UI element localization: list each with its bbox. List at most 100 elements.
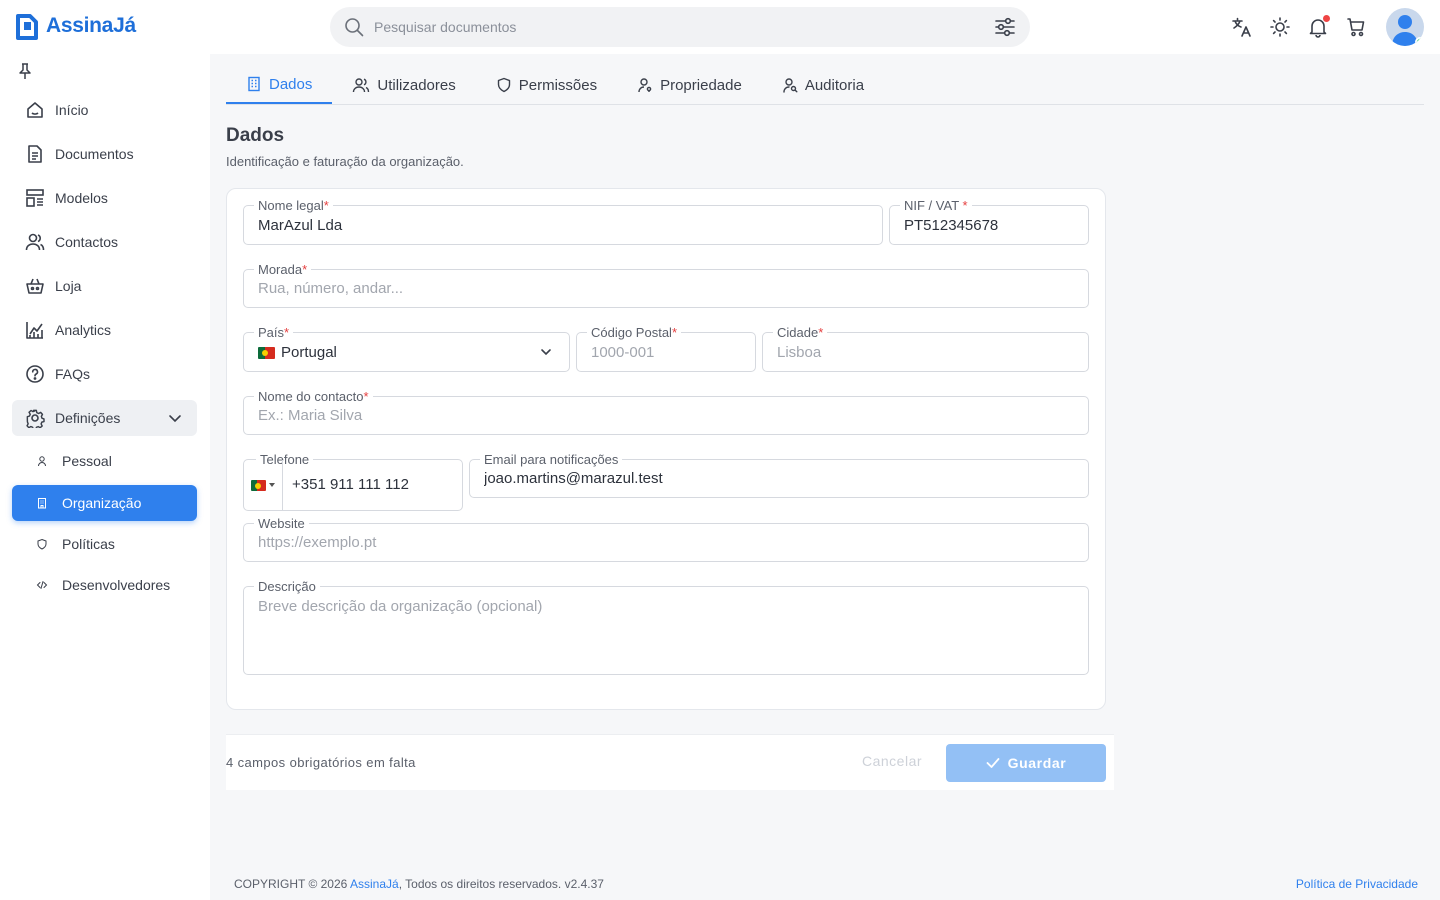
shield-icon [36, 538, 48, 550]
sidebar-item-modelos[interactable]: Modelos [12, 180, 197, 216]
vat-field[interactable]: NIF / VAT * [889, 198, 1089, 245]
sidebar-item-label: Loja [55, 278, 82, 294]
cancel-button[interactable]: Cancelar [862, 753, 922, 769]
email-field[interactable]: Email para notificações [469, 452, 1089, 498]
phone-input[interactable] [292, 476, 452, 493]
avatar[interactable] [1386, 8, 1424, 46]
sidebar-item-documentos[interactable]: Documentos [12, 136, 197, 172]
email-input[interactable] [484, 470, 1064, 487]
chevron-down-icon [167, 410, 183, 426]
description-textarea[interactable] [258, 598, 1068, 666]
cart-icon[interactable] [1344, 15, 1368, 39]
contacts-icon [25, 232, 45, 252]
sidebar-item-loja[interactable]: Loja [12, 268, 197, 304]
address-label: Morada* [254, 262, 312, 278]
document-icon [25, 144, 45, 164]
legal-name-label: Nome legal* [254, 198, 333, 214]
legal-name-field[interactable]: Nome legal* [243, 198, 883, 245]
sidebar-item-label: Modelos [55, 190, 108, 206]
chevron-down-icon [539, 345, 553, 359]
description-label: Descrição [254, 579, 320, 595]
country-selected-value: Portugal [258, 344, 337, 361]
save-button[interactable]: Guardar [946, 744, 1106, 782]
user-icon [36, 455, 48, 467]
notification-badge [1323, 15, 1330, 22]
user-search-icon [782, 77, 798, 93]
footer-brand-link[interactable]: AssinaJá [350, 877, 399, 891]
city-field[interactable]: Cidade* [762, 325, 1089, 372]
translate-icon[interactable] [1230, 15, 1254, 39]
logo-text: AssinaJá [46, 14, 136, 37]
sidebar-subitem-label: Desenvolvedores [62, 577, 171, 593]
settings-icon [25, 408, 45, 428]
postal-code-field[interactable]: Código Postal* [576, 325, 756, 372]
sidebar-item-faqs[interactable]: FAQs [12, 356, 197, 392]
address-field[interactable]: Morada* [243, 262, 1089, 308]
tab-label: Propriedade [660, 76, 742, 94]
website-field[interactable]: Website [243, 516, 1089, 562]
sidebar-item-label: Analytics [55, 322, 112, 338]
chart-icon [25, 320, 45, 340]
contact-name-input[interactable] [258, 407, 1058, 424]
check-icon [986, 757, 1000, 769]
filter-sliders-icon[interactable] [994, 17, 1016, 37]
sidebar-item-definicoes[interactable]: Definições [12, 400, 197, 436]
page-subtitle: Identificação e faturação da organização… [226, 154, 464, 169]
sidebar-subitem-desenvolvedores[interactable]: Desenvolvedores [12, 567, 197, 603]
sidebar-item-inicio[interactable]: Início [12, 92, 197, 128]
page-title: Dados [226, 125, 285, 146]
theme-sun-icon[interactable] [1268, 15, 1292, 39]
sidebar-item-contactos[interactable]: Contactos [12, 224, 197, 260]
sidebar-subitem-organizacao[interactable]: Organização [12, 485, 197, 521]
tab-permissoes[interactable]: Permissões [476, 66, 617, 104]
portugal-flag-icon [251, 479, 266, 491]
organization-form-card: Nome legal* NIF / VAT * Morada* País* Po… [226, 188, 1106, 710]
city-input[interactable] [777, 344, 1067, 361]
template-icon [25, 188, 45, 208]
website-input[interactable] [258, 534, 1058, 551]
sidebar-subitem-pessoal[interactable]: Pessoal [12, 443, 197, 479]
contact-name-label: Nome do contacto* [254, 389, 373, 405]
missing-fields-notice: 4 campos obrigatórios em falta [226, 755, 416, 770]
tab-utilizadores[interactable]: Utilizadores [332, 66, 475, 104]
sidebar-item-label: Início [55, 102, 89, 118]
shield-icon [496, 77, 512, 93]
app-logo[interactable]: AssinaJá [16, 12, 136, 40]
building-icon [246, 76, 262, 92]
search-input[interactable] [374, 19, 994, 35]
notification-bell-icon[interactable] [1306, 15, 1330, 39]
caret-down-icon [269, 483, 275, 487]
description-field[interactable]: Descrição [243, 579, 1089, 675]
online-status-dot [1415, 37, 1424, 46]
address-input[interactable] [258, 280, 1058, 297]
users-icon [352, 77, 370, 93]
tab-auditoria[interactable]: Auditoria [762, 66, 884, 104]
privacy-policy-link[interactable]: Política de Privacidade [1296, 877, 1418, 891]
postal-code-input[interactable] [591, 344, 741, 361]
logo-icon [16, 12, 40, 40]
contact-name-field[interactable]: Nome do contacto* [243, 389, 1089, 435]
phone-field[interactable]: Telefone [243, 452, 463, 511]
website-label: Website [254, 516, 309, 532]
sidebar-item-analytics[interactable]: Analytics [12, 312, 197, 348]
pin-icon[interactable] [17, 62, 33, 80]
home-icon [25, 100, 45, 120]
tab-propriedade[interactable]: Propriedade [617, 66, 762, 104]
tab-dados[interactable]: Dados [226, 66, 333, 104]
country-label: País* [254, 325, 294, 341]
sidebar-item-label: Contactos [55, 234, 119, 250]
country-select[interactable]: País* Portugal [243, 325, 570, 372]
sidebar-subitem-politicas[interactable]: Políticas [12, 526, 197, 562]
tab-label: Permissões [518, 76, 598, 94]
legal-name-input[interactable] [258, 217, 858, 234]
phone-country-picker[interactable] [244, 460, 283, 510]
vat-input[interactable] [904, 217, 1074, 234]
sidebar-subitem-label: Pessoal [62, 453, 112, 469]
search-bar[interactable] [330, 7, 1030, 47]
help-icon [25, 364, 45, 384]
shop-basket-icon [25, 276, 45, 296]
copyright-footer: COPYRIGHT © 2026 AssinaJá, Todos os dire… [234, 877, 604, 891]
header-actions [1230, 8, 1424, 46]
sidebar: Início Documentos Modelos Contactos Loja… [0, 54, 210, 900]
email-label: Email para notificações [480, 452, 623, 468]
